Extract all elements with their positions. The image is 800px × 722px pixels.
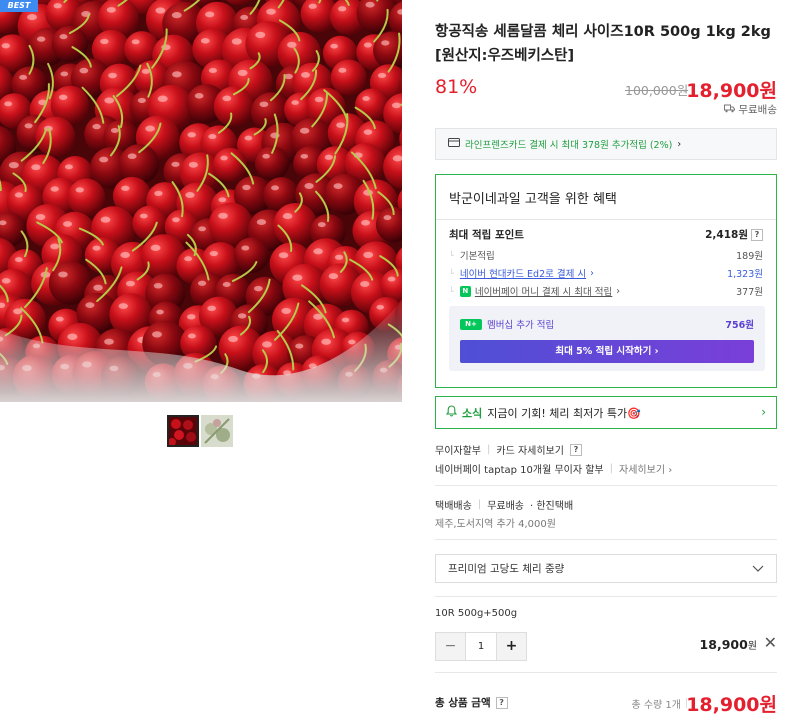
option-select[interactable]: 프리미엄 고당도 체리 중량 — [435, 554, 777, 583]
points-row-card: 네이버 현대카드 Ed2로 결제 시 › 1,323원 — [449, 266, 763, 281]
delivery-extra: 제주,도서지역 추가 4,000원 — [435, 519, 556, 530]
total-label: 총 상품 금액 ? — [435, 695, 508, 710]
selected-item-price: 18,900원 — [700, 637, 757, 652]
card-promo-text: 라인프렌즈카드 결제 시 최대 378원 추가적립 (2%) — [465, 140, 673, 151]
thumbnail-2[interactable] — [201, 415, 233, 447]
chevron-right-icon: › — [677, 138, 682, 150]
divider — [435, 485, 777, 486]
max-points-row: 최대 적립 포인트 2,418원 ? — [449, 227, 763, 242]
card-detail-link[interactable]: 카드 자세히보기 — [496, 442, 564, 457]
news-banner[interactable]: 소식 지금이 기회! 체리 최저가 특가🎯 › — [435, 396, 777, 429]
membership-label: 멤버십 추가 적립 — [487, 320, 555, 331]
selected-item-price-value: 18,900 — [699, 637, 748, 652]
selected-item-price-unit: 원 — [747, 641, 757, 652]
quantity-value[interactable]: 1 — [465, 633, 497, 660]
total-quantity: 총 수량 1개 — [631, 700, 681, 711]
help-icon[interactable]: ? — [751, 228, 763, 241]
credit-card-icon — [448, 138, 460, 150]
free-shipping-label: 무료배송 — [724, 102, 777, 117]
chevron-right-icon: › — [761, 405, 766, 419]
delivery-free: 무료배송 — [487, 501, 524, 512]
close-icon[interactable]: ✕ — [764, 633, 777, 652]
npay-money-link[interactable]: 네이버페이 머니 결제 시 최대 적립 — [475, 284, 612, 298]
points-row-basic: 기본적립 189원 — [449, 248, 763, 262]
product-main-image[interactable]: BEST — [0, 0, 402, 402]
sale-price: 18,900원 — [686, 80, 777, 102]
increase-button[interactable]: + — [497, 633, 526, 660]
total-price: 18,900원 — [686, 694, 777, 716]
help-icon[interactable]: ? — [495, 696, 508, 709]
chevron-down-icon — [752, 563, 764, 575]
truck-icon — [724, 104, 736, 116]
divider — [435, 672, 777, 673]
points-row-value: 189원 — [736, 251, 763, 262]
membership-box: N+ 멤버십 추가 적립 756원 최대 5% 적립 시작하기 › — [449, 306, 765, 371]
points-row-value: 1,323원 — [727, 269, 763, 280]
npay-installment-text: 네이버페이 taptap 10개월 무이자 할부 — [435, 465, 604, 476]
bell-icon — [445, 405, 458, 420]
delivery-label: 택배배송 — [435, 501, 472, 512]
naver-plus-icon: N+ — [460, 318, 482, 330]
decrease-button[interactable]: − — [436, 633, 465, 660]
max-points-value: 2,418원 — [705, 229, 748, 241]
hyundai-card-link[interactable]: 네이버 현대카드 Ed2로 결제 시 — [460, 266, 586, 280]
delivery-row: 택배배송 | 무료배송 · 한진택배 — [435, 499, 574, 512]
points-row-value: 377원 — [736, 287, 763, 298]
card-promo-banner[interactable]: 라인프렌즈카드 결제 시 최대 378원 추가적립 (2%) › — [435, 128, 777, 160]
divider — [435, 596, 777, 597]
installment-label: 무이자할부 — [435, 446, 481, 457]
divider — [436, 219, 776, 220]
total-label-text: 총 상품 금액 — [435, 697, 491, 709]
membership-points: 756원 — [725, 320, 754, 331]
original-price: 100,000원 — [625, 83, 689, 98]
npay-detail-link[interactable]: 자세히보기 › — [619, 461, 672, 476]
cherries-photo — [0, 0, 402, 402]
installment-row: 무이자할부 | 카드 자세히보기 ? — [435, 442, 582, 457]
divider — [435, 539, 777, 540]
membership-start-button[interactable]: 최대 5% 적립 시작하기 › — [460, 340, 754, 363]
delivery-extra-row: 제주,도서지역 추가 4,000원 — [435, 515, 556, 530]
help-icon[interactable]: ? — [569, 443, 582, 456]
benefit-box: 박군이네과일 고객을 위한 혜택 최대 적립 포인트 2,418원 ? 기본적립… — [435, 174, 777, 388]
best-badge: BEST — [0, 0, 38, 12]
selected-option-name: 10R 500g+500g — [435, 608, 518, 619]
quantity-stepper: − 1 + — [435, 632, 527, 661]
membership-row: N+ 멤버십 추가 적립 756원 — [460, 317, 754, 331]
discount-rate: 81% — [435, 76, 478, 98]
npay-installment-row: 네이버페이 taptap 10개월 무이자 할부 | 자세히보기 › — [435, 461, 673, 476]
points-row-label: 기본적립 — [449, 248, 495, 262]
news-tag: 소식 — [462, 406, 483, 420]
thumbnail-strip — [167, 415, 233, 447]
thumbnail-1[interactable] — [167, 415, 199, 447]
news-text: 지금이 기회! 체리 최저가 특가🎯 — [487, 406, 641, 420]
naver-pay-icon: N — [459, 285, 471, 297]
points-row-npay: N 네이버페이 머니 결제 시 최대 적립 › 377원 — [449, 284, 763, 298]
benefit-title: 박군이네과일 고객을 위한 혜택 — [449, 192, 617, 207]
delivery-courier: · 한진택배 — [530, 501, 574, 512]
free-shipping-text: 무료배송 — [738, 104, 777, 116]
max-points-label: 최대 적립 포인트 — [449, 229, 524, 241]
option-select-value: 프리미엄 고당도 체리 중량 — [448, 563, 565, 575]
product-title: 항공직송 세롬달콤 체리 사이즈10R 500g 1kg 2kg [원산지:우즈… — [435, 24, 771, 64]
